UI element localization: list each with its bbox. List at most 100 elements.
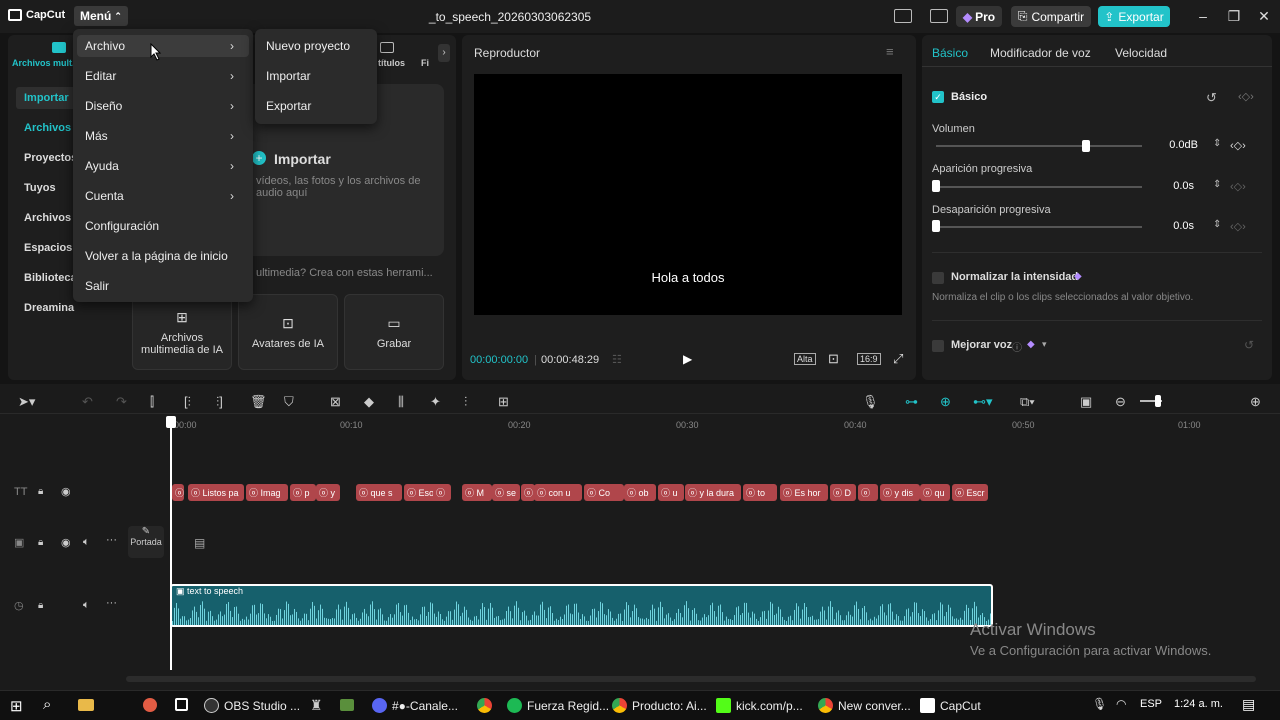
- stepper-icon[interactable]: ⇕: [1213, 219, 1221, 230]
- text-clip[interactable]: ⓞ y: [316, 484, 340, 501]
- menu-item-settings[interactable]: Configuración: [85, 219, 159, 233]
- enhance-checkbox[interactable]: [932, 340, 944, 352]
- text-clip[interactable]: ⓞ M: [462, 484, 492, 501]
- fade-out-knob[interactable]: [932, 220, 940, 232]
- quality-button[interactable]: Alta: [794, 353, 816, 365]
- windows-start-icon[interactable]: ⊞: [10, 697, 23, 715]
- link-icon[interactable]: ⊶: [905, 394, 918, 410]
- fade-in-value[interactable]: 0.0s: [1136, 180, 1194, 198]
- submenu-new-project[interactable]: Nuevo proyecto: [266, 39, 350, 53]
- ratio-button[interactable]: 16:9: [857, 353, 881, 365]
- menu-item-file[interactable]: Archivo: [85, 39, 125, 53]
- preview-axis-icon[interactable]: ⧉▾: [1020, 394, 1035, 410]
- import-label[interactable]: Importar: [274, 151, 331, 167]
- ai-media-card[interactable]: ⊞ Archivos multimedia de IA: [132, 294, 232, 370]
- microphone-icon[interactable]: 🎙: [1092, 697, 1107, 711]
- snap-icon[interactable]: ⊕: [940, 394, 951, 410]
- fullscreen-icon[interactable]: ⤢: [893, 351, 903, 367]
- adjust-icon[interactable]: ⫼: [398, 394, 404, 410]
- magic-icon[interactable]: ✦: [430, 394, 441, 410]
- text-clip[interactable]: ⓞ Listos pa: [188, 484, 244, 501]
- taskbar-item-capcut[interactable]: CapCut: [920, 698, 981, 713]
- pro-button[interactable]: ◆ Pro: [956, 6, 1002, 27]
- shield-icon[interactable]: ⛉: [284, 394, 294, 410]
- tag-icon[interactable]: ◆: [364, 394, 374, 410]
- speaker-icon[interactable]: 🔈︎: [83, 599, 90, 612]
- zoom-in-icon[interactable]: ⊕: [1250, 394, 1261, 410]
- text-clip[interactable]: ⓞ se: [492, 484, 520, 501]
- play-icon[interactable]: ▶: [683, 352, 692, 366]
- submenu-export[interactable]: Exportar: [266, 99, 311, 113]
- info-icon[interactable]: ⓘ: [1012, 339, 1022, 354]
- keyframe-icon[interactable]: ‹◇›: [1230, 220, 1246, 233]
- volume-value[interactable]: 0.0dB: [1140, 139, 1198, 157]
- text-clip[interactable]: ⓞ Co: [584, 484, 624, 501]
- wifi-icon[interactable]: ◠: [1116, 697, 1126, 711]
- search-icon[interactable]: ⌕: [43, 696, 51, 713]
- taskbar-item-obs[interactable]: OBS Studio ...: [204, 698, 300, 713]
- share-button[interactable]: ⎘ Compartir: [1011, 6, 1091, 27]
- menu-item-design[interactable]: Diseño: [85, 99, 122, 113]
- undo-icon[interactable]: ↶: [82, 394, 93, 410]
- zoom-knob[interactable]: [1155, 395, 1161, 407]
- lock-icon[interactable]: 🔒︎: [38, 486, 43, 497]
- more-icon[interactable]: ···: [106, 534, 117, 546]
- text-clip[interactable]: ⓞ y dis: [880, 484, 920, 501]
- taskbar-item-chrome-product[interactable]: Producto: Ai...: [612, 698, 707, 713]
- clock[interactable]: 1:24 a. m.: [1174, 698, 1223, 710]
- fade-out-slider[interactable]: [936, 226, 1142, 228]
- keyframe-icon[interactable]: ‹◇›: [1230, 139, 1246, 152]
- capcut-taskbar-icon[interactable]: [175, 698, 188, 711]
- text-clip[interactable]: ⓞ p: [290, 484, 316, 501]
- reset-icon[interactable]: ↺: [1206, 90, 1217, 106]
- text-clip[interactable]: ⓞ ob: [624, 484, 656, 501]
- text-clip[interactable]: ⓞ: [433, 484, 451, 501]
- text-clip[interactable]: ⓞ Es hor: [780, 484, 828, 501]
- microphone-icon[interactable]: 🎙: [862, 394, 879, 410]
- text-clip[interactable]: ⓞ con u: [534, 484, 582, 501]
- timeline-scrollbar[interactable]: [126, 676, 1256, 682]
- stepper-icon[interactable]: ⇕: [1213, 138, 1221, 149]
- menu-item-more[interactable]: Más: [85, 129, 108, 143]
- normalize-checkbox[interactable]: [932, 272, 944, 284]
- menu-item-account[interactable]: Cuenta: [85, 189, 124, 203]
- lock-icon[interactable]: 🔒︎: [38, 600, 43, 611]
- app-icon[interactable]: [143, 698, 157, 712]
- split-right-icon[interactable]: ⫶]: [216, 394, 223, 410]
- audio-wave-icon[interactable]: ⫶: [464, 394, 467, 410]
- cursor-icon[interactable]: ➤▾: [18, 394, 35, 410]
- text-clip[interactable]: ⓞ D: [830, 484, 856, 501]
- keyboard-icon[interactable]: [930, 9, 948, 23]
- maximize-icon[interactable]: ❐: [1224, 8, 1244, 25]
- text-clip[interactable]: ⓞ: [172, 484, 184, 501]
- cover-button[interactable]: ✎ Portada: [128, 526, 164, 558]
- text-clip[interactable]: ⓞ Imag: [246, 484, 288, 501]
- text-clip[interactable]: ⓞ que s: [356, 484, 402, 501]
- taskbar-item-chrome-new[interactable]: New conver...: [818, 698, 911, 713]
- minimize-icon[interactable]: –: [1193, 8, 1213, 24]
- fade-in-slider[interactable]: [936, 186, 1142, 188]
- thumbnail-icon[interactable]: ▣: [1080, 394, 1092, 410]
- chevron-down-icon[interactable]: ▾: [1042, 339, 1047, 350]
- chrome-icon[interactable]: [477, 698, 492, 713]
- chevron-right-icon[interactable]: ›: [438, 44, 450, 62]
- fade-in-knob[interactable]: [932, 180, 940, 192]
- text-clip[interactable]: ⓞ qu: [920, 484, 950, 501]
- taskbar-item-spotify[interactable]: Fuerza Regid...: [507, 698, 609, 713]
- language-indicator[interactable]: ESP: [1140, 698, 1162, 710]
- eye-icon[interactable]: ◉: [61, 485, 71, 498]
- export-button[interactable]: ⇪ Exportar: [1098, 6, 1170, 27]
- close-icon[interactable]: ✕: [1254, 8, 1274, 25]
- layout-icon[interactable]: [894, 9, 912, 23]
- split-left-icon[interactable]: [⫶: [184, 394, 191, 410]
- delete-icon[interactable]: 🗑: [250, 394, 267, 410]
- record-card[interactable]: ▭ Grabar: [344, 294, 444, 370]
- volume-knob[interactable]: [1082, 140, 1090, 152]
- text-clip[interactable]: ⓞ to: [743, 484, 777, 501]
- speaker-icon[interactable]: 🔈︎: [83, 536, 90, 549]
- zoom-out-icon[interactable]: ⊖: [1115, 394, 1126, 410]
- taskbar-item-discord[interactable]: #●-Canale...: [372, 698, 458, 713]
- text-clip[interactable]: ⓞ: [858, 484, 878, 501]
- crop-icon[interactable]: ⊠: [330, 394, 341, 410]
- keyframe-nav-icon[interactable]: ‹◇›: [1238, 90, 1254, 103]
